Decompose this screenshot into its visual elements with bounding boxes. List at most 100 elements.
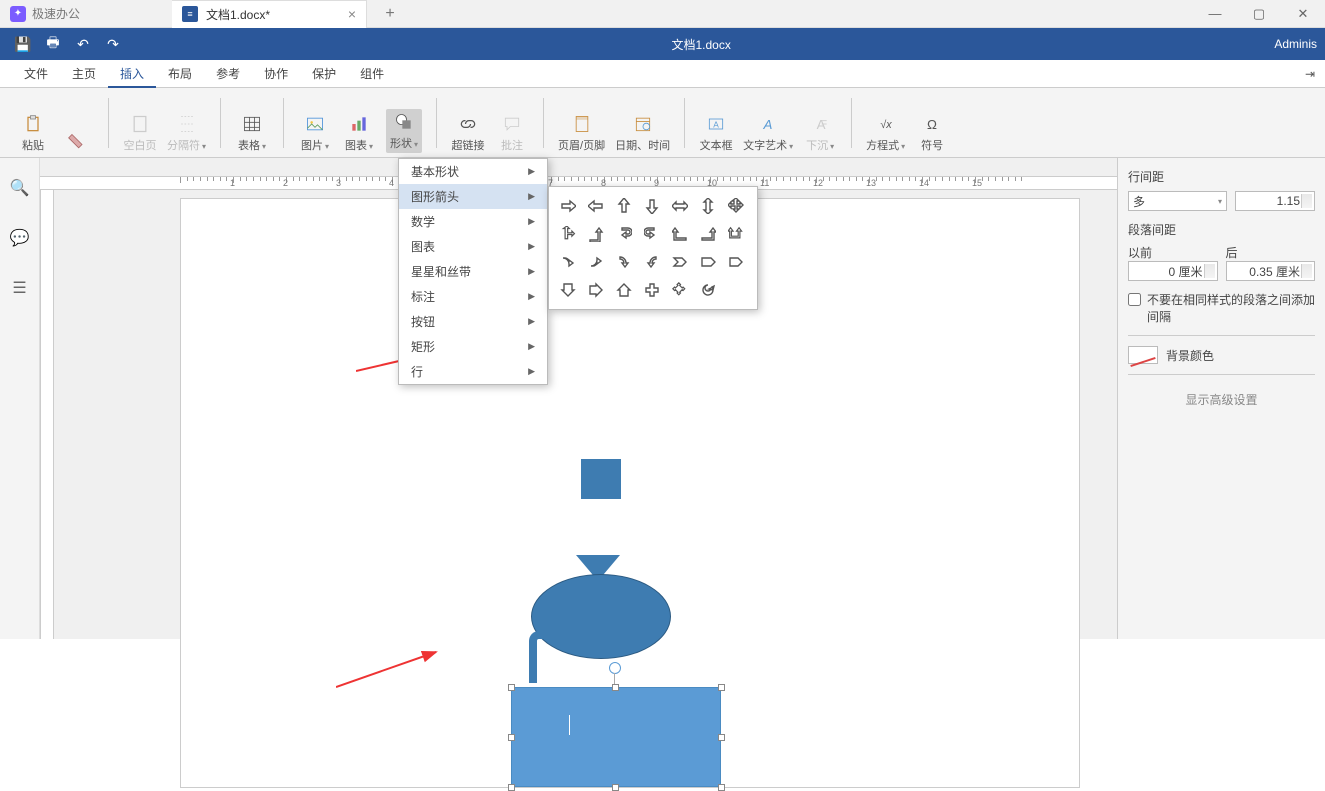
menu-home[interactable]: 主页 <box>60 60 108 88</box>
line-spacing-unit-select[interactable]: 多▾ <box>1128 191 1227 211</box>
outline-icon[interactable]: ☰ <box>12 278 26 298</box>
save-icon[interactable]: 💾 <box>8 36 38 53</box>
selection-handle[interactable] <box>718 684 725 691</box>
format-painter-button[interactable] <box>60 131 94 153</box>
textbox-button[interactable]: A 文本框 <box>699 113 733 153</box>
search-icon[interactable]: 🔍 <box>10 178 30 198</box>
shape-cat-stars[interactable]: 星星和丝带▶ <box>399 259 547 284</box>
bg-color-swatch[interactable] <box>1128 346 1158 364</box>
shape-cat-block-arrows[interactable]: 图形箭头▶ <box>399 184 547 209</box>
arrow-shapes-submenu[interactable] <box>548 186 758 310</box>
close-tab-icon[interactable]: × <box>348 6 356 22</box>
selection-handle[interactable] <box>718 734 725 741</box>
spacing-before-input[interactable]: 0 厘米 <box>1128 261 1218 281</box>
shape-cat-callouts[interactable]: 标注▶ <box>399 284 547 309</box>
dropcap-button[interactable]: A 下沉▾ <box>803 113 837 153</box>
equation-button[interactable]: √x 方程式▾ <box>866 113 905 153</box>
print-icon[interactable]: 🖶 <box>38 32 68 56</box>
vertical-ruler[interactable] <box>40 190 54 639</box>
shape-cat-basic[interactable]: 基本形状▶ <box>399 159 547 184</box>
menu-file[interactable]: 文件 <box>12 60 60 88</box>
chart-button[interactable]: 图表▾ <box>342 113 376 153</box>
arrow-left[interactable] <box>583 193 609 219</box>
rotation-handle[interactable] <box>609 662 621 674</box>
hyperlink-button[interactable]: 超链接 <box>451 113 485 153</box>
shape-cat-lines[interactable]: 行▶ <box>399 359 547 384</box>
advanced-settings-link[interactable]: 显示高级设置 <box>1128 391 1315 408</box>
shape-category-dropdown[interactable]: 基本形状▶ 图形箭头▶ 数学▶ 图表▶ 星星和丝带▶ 标注▶ 按钮▶ 矩形▶ 行… <box>398 158 548 385</box>
selection-handle[interactable] <box>508 784 515 791</box>
shape-ellipse[interactable] <box>531 574 671 659</box>
arrow-up[interactable] <box>611 193 637 219</box>
menu-insert[interactable]: 插入 <box>108 60 156 88</box>
arrow-r-up[interactable] <box>695 221 721 247</box>
menu-addons[interactable]: 组件 <box>348 60 396 88</box>
redo-icon[interactable]: ↷ <box>98 36 128 53</box>
arrow-pentagon[interactable] <box>695 249 721 275</box>
user-name[interactable]: Adminis <box>1274 37 1317 51</box>
selection-handle[interactable] <box>612 684 619 691</box>
symbol-button[interactable]: Ω 符号 <box>915 113 949 153</box>
arrow-l-up[interactable] <box>667 221 693 247</box>
comment-button[interactable]: 批注 <box>495 113 529 153</box>
header-footer-button[interactable]: 页眉/页脚 <box>558 113 605 153</box>
comments-panel-icon[interactable]: 💬 <box>10 228 30 248</box>
undo-icon[interactable]: ↶ <box>68 36 98 53</box>
arrow-updown[interactable] <box>695 193 721 219</box>
menu-references[interactable]: 参考 <box>204 60 252 88</box>
arrow-leftright[interactable] <box>667 193 693 219</box>
arrow-quad[interactable] <box>723 193 749 219</box>
close-window-button[interactable]: ✕ <box>1281 0 1325 28</box>
para-spacing-title: 段落间距 <box>1128 221 1315 238</box>
arrow-curve-l[interactable] <box>639 249 665 275</box>
table-button[interactable]: 表格▾ <box>235 113 269 153</box>
add-tab-button[interactable]: + <box>375 5 405 23</box>
arrow-curve-d[interactable] <box>555 249 581 275</box>
arrow-uturn-r[interactable] <box>639 221 665 247</box>
same-style-spacing-checkbox[interactable] <box>1128 293 1141 306</box>
menu-collab[interactable]: 协作 <box>252 60 300 88</box>
arrow-circular[interactable] <box>695 277 721 303</box>
shape-cat-charts[interactable]: 图表▶ <box>399 234 547 259</box>
selection-handle[interactable] <box>718 784 725 791</box>
shape-cat-math[interactable]: 数学▶ <box>399 209 547 234</box>
date-time-button[interactable]: 日期、时间 <box>615 113 670 153</box>
arrow-down[interactable] <box>639 193 665 219</box>
dropcap-icon: A <box>809 113 831 135</box>
arrow-chevron-tag[interactable] <box>723 249 749 275</box>
arrow-curve-u[interactable] <box>583 249 609 275</box>
arrow-right[interactable] <box>555 193 581 219</box>
blank-page-button[interactable]: 空白页 <box>123 113 157 153</box>
image-button[interactable]: 图片▾ <box>298 113 332 153</box>
selection-handle[interactable] <box>612 784 619 791</box>
arrow-callout-r[interactable] <box>583 277 609 303</box>
arrow-curve-r[interactable] <box>611 249 637 275</box>
arrow-chevron-r[interactable] <box>667 249 693 275</box>
arrow-t3[interactable] <box>555 221 581 247</box>
menu-protect[interactable]: 保护 <box>300 60 348 88</box>
shape-cat-buttons[interactable]: 按钮▶ <box>399 309 547 334</box>
menu-layout[interactable]: 布局 <box>156 60 204 88</box>
arrow-quad-rot[interactable] <box>667 277 693 303</box>
arrow-uturn-l[interactable] <box>611 221 637 247</box>
arrow-both-up[interactable] <box>723 221 749 247</box>
paste-button[interactable]: 粘贴 <box>16 113 50 153</box>
arrow-bent-up[interactable] <box>583 221 609 247</box>
shape-rectangle-1[interactable] <box>581 459 621 499</box>
arrow-plus[interactable] <box>639 277 665 303</box>
document-tab[interactable]: ≡ 文档1.docx* × <box>172 0 367 28</box>
line-spacing-value-input[interactable]: 1.15 <box>1235 191 1315 211</box>
minimize-button[interactable]: — <box>1193 0 1237 28</box>
spacing-after-input[interactable]: 0.35 厘米 <box>1226 261 1316 281</box>
selection-handle[interactable] <box>508 684 515 691</box>
selection-handle[interactable] <box>508 734 515 741</box>
shape-cat-rects[interactable]: 矩形▶ <box>399 334 547 359</box>
wordart-button[interactable]: A 文字艺术▾ <box>743 113 793 153</box>
panel-toggle-icon[interactable]: ⇥ <box>1305 67 1325 81</box>
page-break-button[interactable]: 分隔符▾ <box>167 113 206 153</box>
maximize-button[interactable]: ▢ <box>1237 0 1281 28</box>
shape-button[interactable]: 形状▾ <box>386 109 422 153</box>
arrow-callout-u[interactable] <box>611 277 637 303</box>
shape-rectangle-selected[interactable] <box>511 687 721 787</box>
arrow-callout-d[interactable] <box>555 277 581 303</box>
